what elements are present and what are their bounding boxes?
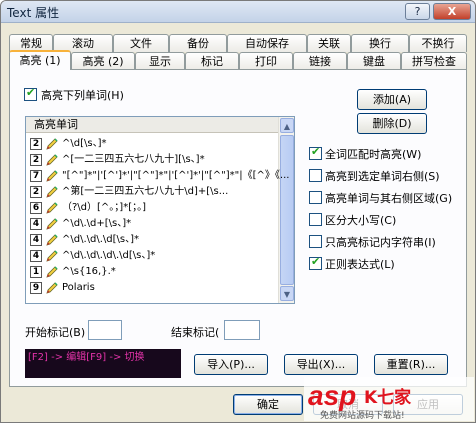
option-highlight-right-label: 高亮到选定单词右侧(S) — [325, 170, 440, 183]
color-index-box: 6 — [30, 202, 42, 214]
start-marker-input[interactable] — [88, 320, 122, 340]
highlight-words-label: 高亮下列单词(H) — [41, 89, 124, 102]
list-item[interactable]: 2 ^\d[\s、]* — [30, 137, 280, 152]
tab-links[interactable]: 链接 — [293, 52, 347, 70]
list-item-text: ^[一二三四五六七八九十][\s、]* — [62, 154, 205, 165]
shortcut-hint: [F2] -> 编辑[F9] -> 切换 — [25, 349, 181, 378]
list-item[interactable]: 2 ^第[一二三四五六七八九十\d]+[\s... — [30, 185, 280, 200]
tab-keyboard[interactable]: 键盘 — [347, 52, 401, 70]
option-regex-label: 正则表达式(L) — [325, 258, 395, 271]
export-button[interactable]: 导出(X)... — [284, 354, 358, 375]
color-index-box: 2 — [30, 154, 42, 166]
watermark-logo: asp K七家 免费网站源码下载站! — [304, 377, 474, 421]
list-item-text: "[^"]*"|'[^']*'|"[^"]*"|'[^']*'|"[^"]*"|… — [62, 170, 290, 181]
ok-button[interactable]: 确定 — [233, 394, 303, 415]
tab-backup[interactable]: 备份 — [169, 34, 227, 52]
tab-association[interactable]: 关联 — [307, 34, 351, 52]
window-title: Text 属性 — [7, 6, 60, 20]
list-item[interactable]: 4 ^\d\.\d+[\s、]* — [30, 217, 280, 232]
add-button[interactable]: 添加(A) — [357, 89, 427, 110]
color-index-box: 2 — [30, 186, 42, 198]
properties-dialog: Text 属性 ? X 常规 滚动 文件 备份 自动保存 关联 换行 不换行 高… — [0, 0, 476, 423]
pencil-icon — [46, 218, 58, 230]
list-item[interactable]: 4 ^\d\.\d\.\d[\s、]* — [30, 233, 280, 248]
list-item-text: ^\d[\s、]* — [62, 138, 107, 149]
list-scrollbar[interactable]: ▲ ▼ — [278, 117, 294, 303]
list-item-text: ^\d\.\d\.\d[\s、]* — [62, 234, 140, 245]
reset-button[interactable]: 重置(R)... — [374, 354, 448, 375]
option-marked-only-label: 只高亮标记内字符串(I) — [325, 236, 436, 249]
pencil-icon — [46, 234, 58, 246]
scroll-thumb[interactable] — [280, 135, 294, 285]
list-item[interactable]: 6 （?\d）[^。；]*[；。] — [30, 201, 280, 216]
pencil-icon — [46, 250, 58, 262]
option-whole-word-checkbox[interactable] — [309, 145, 322, 160]
tab-highlight-1[interactable]: 高亮 (1) — [9, 50, 71, 70]
highlight-words-checkbox[interactable] — [24, 86, 37, 101]
scroll-up-arrow[interactable]: ▲ — [280, 118, 294, 133]
tab-autosave[interactable]: 自动保存 — [227, 34, 307, 52]
color-index-box: 7 — [30, 170, 42, 182]
import-button[interactable]: 导入(P)... — [194, 354, 268, 375]
option-regex-checkbox[interactable] — [309, 255, 322, 270]
option-case-sensitive-label: 区分大小写(C) — [325, 214, 397, 227]
list-item-text: （?\d）[^。；]*[；。] — [62, 202, 147, 213]
list-item[interactable]: 9 Polaris — [30, 281, 280, 296]
list-item[interactable]: 2 ^[一二三四五六七八九十][\s、]* — [30, 153, 280, 168]
start-marker-label: 开始标记(B) — [25, 326, 86, 339]
pencil-icon — [46, 202, 58, 214]
pencil-icon — [46, 170, 58, 182]
option-highlight-right-checkbox[interactable] — [309, 169, 322, 182]
tab-nowrap[interactable]: 不换行 — [409, 34, 467, 52]
pencil-icon — [46, 186, 58, 198]
tab-file[interactable]: 文件 — [113, 34, 169, 52]
option-highlight-region-checkbox[interactable] — [309, 191, 322, 204]
svg-text:asp: asp — [308, 380, 356, 411]
pencil-icon — [46, 266, 58, 278]
tab-wrap[interactable]: 换行 — [351, 34, 409, 52]
color-index-box: 1 — [30, 266, 42, 278]
tab-display[interactable]: 显示 — [135, 52, 185, 70]
color-index-box: 9 — [30, 282, 42, 294]
list-item[interactable]: 4 ^\d\.\d\.\d\.\d[\s、]* — [30, 249, 280, 264]
color-index-box: 4 — [30, 218, 42, 230]
tab-mark[interactable]: 标记 — [185, 52, 239, 70]
list-item-text: ^第[一二三四五六七八九十\d]+[\s... — [62, 186, 229, 197]
tab-highlight-2[interactable]: 高亮 (2) — [71, 52, 135, 70]
watermark-sub: 免费网站源码下载站! — [320, 409, 405, 421]
option-marked-only-checkbox[interactable] — [309, 235, 322, 248]
color-index-box: 4 — [30, 234, 42, 246]
watermark-suffix: K七家 — [364, 387, 411, 408]
title-bar: Text 属性 ? X — [1, 1, 475, 23]
end-marker-label: 结束标记( — [171, 326, 220, 339]
watermark: asp K七家 免费网站源码下载站! — [304, 375, 474, 421]
list-item-text: ^\s{16,}.* — [62, 266, 116, 277]
option-case-sensitive-checkbox[interactable] — [309, 213, 322, 226]
tab-spellcheck[interactable]: 拼写检查 — [401, 52, 467, 70]
end-marker-input[interactable] — [224, 320, 260, 340]
pencil-icon — [46, 138, 58, 150]
pencil-icon — [46, 154, 58, 166]
pencil-icon — [46, 282, 58, 294]
highlight-words-list[interactable]: 高亮单词 ▲ ▼ 2 ^\d[\s、]* 2 ^[一二三四五六七八九十][\s、]* 7… — [25, 116, 295, 304]
close-button[interactable]: X — [433, 3, 471, 20]
list-item[interactable]: 1 ^\s{16,}.* — [30, 265, 280, 280]
color-index-box: 4 — [30, 250, 42, 262]
scroll-down-arrow[interactable]: ▼ — [280, 286, 294, 301]
tab-print[interactable]: 打印 — [239, 52, 293, 70]
help-button[interactable]: ? — [405, 3, 430, 20]
option-highlight-region-label: 高亮单词与其右侧区域(G) — [325, 192, 453, 205]
color-index-box: 2 — [30, 138, 42, 150]
list-header: 高亮单词 — [26, 117, 280, 133]
list-item[interactable]: 7 "[^"]*"|'[^']*'|"[^"]*"|'[^']*'|"[^"]*"… — [30, 169, 289, 184]
list-item-text: Polaris — [62, 282, 95, 293]
list-item-text: ^\d\.\d\.\d\.\d[\s、]* — [62, 250, 156, 261]
option-whole-word-label: 全词匹配时高亮(W) — [325, 148, 422, 161]
list-item-text: ^\d\.\d+[\s、]* — [62, 218, 132, 229]
delete-button[interactable]: 删除(D) — [357, 113, 427, 134]
